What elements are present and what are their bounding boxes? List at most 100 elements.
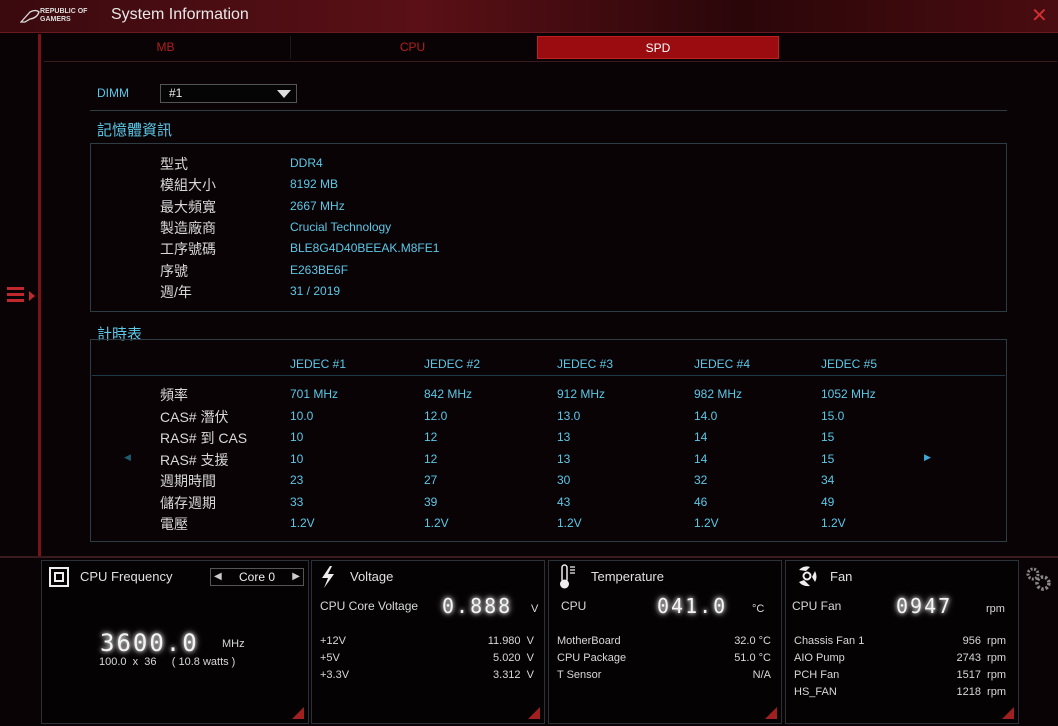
cpu-fan-value: 0947 bbox=[896, 594, 953, 618]
memory-info-label: 週/年 bbox=[160, 283, 192, 300]
timing-cell: 10.0 bbox=[290, 408, 314, 423]
table-header-divider bbox=[92, 375, 1005, 376]
timing-cell: 13.0 bbox=[557, 408, 581, 423]
sensor-label: Chassis Fan 1 bbox=[794, 635, 865, 647]
memory-info-value: Crucial Technology bbox=[290, 219, 392, 234]
cpu-frequency-unit: MHz bbox=[222, 638, 245, 650]
memory-info-label: 製造廠商 bbox=[160, 219, 216, 236]
timing-column-header: JEDEC #3 bbox=[557, 357, 614, 371]
panel-title: Fan bbox=[830, 569, 853, 584]
timing-column-header: JEDEC #1 bbox=[290, 357, 347, 371]
timing-row-label: RAS# 到 CAS bbox=[160, 430, 248, 446]
thermometer-icon bbox=[560, 564, 575, 589]
cpu-ratio-detail: 100.0 x 36 ( 10.8 watts ) bbox=[99, 656, 236, 668]
sensor-value: 1517 rpm bbox=[956, 669, 1006, 681]
cpu-frequency-value: 3600.0 bbox=[100, 629, 199, 657]
timing-row-label: 電壓 bbox=[160, 516, 188, 532]
panel-title: CPU Frequency bbox=[80, 569, 173, 584]
cpu-core-voltage-label: CPU Core Voltage bbox=[320, 599, 419, 613]
temperature-panel: Temperature CPU 041.0 °C MotherBoard 32.0… bbox=[548, 560, 782, 724]
memory-info-label: 序號 bbox=[160, 262, 188, 279]
cpu-fan-unit: rpm bbox=[986, 603, 1005, 615]
timing-cell: 982 MHz bbox=[694, 387, 743, 401]
fan-panel: Fan CPU Fan 0947 rpm Chassis Fan 1 956 rp… bbox=[785, 560, 1019, 724]
timing-cell: 49 bbox=[821, 494, 835, 509]
scroll-left-icon[interactable]: ◀ bbox=[124, 452, 131, 463]
timing-cell: 1.2V bbox=[694, 516, 719, 530]
memory-info-value: E263BE6F bbox=[290, 262, 349, 277]
timing-cell: 12.0 bbox=[424, 408, 448, 423]
sensor-label: MotherBoard bbox=[557, 635, 621, 647]
expand-corner-icon[interactable] bbox=[1002, 707, 1014, 719]
fan-icon bbox=[799, 566, 817, 587]
sensor-value: 3.312 V bbox=[493, 669, 534, 681]
next-core-icon[interactable]: ▶ bbox=[292, 569, 300, 585]
sensor-label: T Sensor bbox=[557, 669, 602, 681]
timing-cell: 15 bbox=[821, 451, 835, 466]
prev-core-icon[interactable]: ◀ bbox=[214, 569, 222, 585]
timing-cell: 30 bbox=[557, 473, 571, 487]
tab-spd[interactable]: SPD bbox=[537, 36, 779, 59]
timing-cell: 43 bbox=[557, 494, 571, 509]
timing-cell: 23 bbox=[290, 473, 304, 487]
timing-row-label: 儲存週期 bbox=[160, 494, 216, 511]
scroll-right-icon[interactable]: ▶ bbox=[924, 452, 931, 463]
sensor-value: 51.0 °C bbox=[734, 652, 771, 664]
cpu-chip-icon bbox=[49, 567, 69, 587]
sensor-value: 2743 rpm bbox=[956, 652, 1006, 664]
divider bbox=[44, 61, 1057, 62]
expand-corner-icon[interactable] bbox=[292, 707, 304, 719]
tab-cpu[interactable]: CPU bbox=[290, 36, 534, 59]
dimm-select[interactable]: #1 bbox=[160, 84, 297, 103]
timing-cell: 33 bbox=[290, 494, 304, 509]
rog-logo: REPUBLIC OF GAMERS bbox=[20, 6, 100, 26]
timing-cell: 842 MHz bbox=[424, 387, 473, 401]
tab-mb[interactable]: MB bbox=[44, 36, 287, 59]
timing-cell: 34 bbox=[821, 473, 835, 487]
timing-cell: 27 bbox=[424, 473, 438, 487]
memory-info-label: 工序號碼 bbox=[160, 241, 216, 258]
timing-cell: 14.0 bbox=[694, 408, 718, 423]
sensor-label: AIO Pump bbox=[794, 652, 845, 664]
expand-corner-icon[interactable] bbox=[765, 707, 777, 719]
sensor-value: 1218 rpm bbox=[956, 686, 1006, 698]
cpu-fan-label: CPU Fan bbox=[792, 599, 842, 613]
timing-cell: 1.2V bbox=[290, 516, 315, 530]
cpu-temp-unit: °C bbox=[752, 603, 765, 615]
close-button[interactable]: ✕ bbox=[1031, 6, 1048, 26]
cpu-frequency-panel: CPU Frequency ◀ Core 0 ▶ 3600.0 MHz 100.… bbox=[41, 560, 309, 724]
timing-cell: 13 bbox=[557, 430, 571, 444]
sensor-label: +3.3V bbox=[320, 669, 350, 681]
memory-info-value: BLE8G4D40BEEAK.M8FE1 bbox=[290, 241, 440, 256]
divider bbox=[90, 110, 1007, 111]
timing-column-header: JEDEC #2 bbox=[424, 357, 481, 371]
timing-column-header: JEDEC #4 bbox=[694, 357, 751, 371]
cpu-temp-value: 041.0 bbox=[657, 594, 728, 618]
memory-info-label: 型式 bbox=[160, 156, 188, 172]
timing-column-header: JEDEC #5 bbox=[821, 357, 878, 371]
core-value: Core 0 bbox=[238, 570, 276, 584]
timing-row-label: 頻率 bbox=[160, 387, 188, 403]
expand-corner-icon[interactable] bbox=[528, 707, 540, 719]
timing-cell: 10 bbox=[290, 451, 304, 466]
timing-cell: 32 bbox=[694, 473, 708, 487]
timing-cell: 13 bbox=[557, 451, 571, 466]
memory-info-label: 模組大小 bbox=[160, 177, 216, 194]
sensor-value: 11.980 V bbox=[487, 635, 534, 647]
dimm-value: #1 bbox=[169, 86, 183, 100]
settings-gear-icon[interactable] bbox=[1024, 565, 1054, 595]
timing-cell: 15.0 bbox=[821, 408, 845, 423]
core-selector[interactable]: ◀ Core 0 ▶ bbox=[210, 568, 304, 586]
memory-info-panel bbox=[90, 143, 1007, 312]
timing-cell: 1.2V bbox=[821, 516, 846, 530]
timing-cell: 39 bbox=[424, 494, 438, 509]
timing-cell: 1.2V bbox=[557, 516, 582, 530]
menu-icon[interactable] bbox=[7, 287, 24, 305]
timing-cell: 1.2V bbox=[424, 516, 449, 530]
memory-info-value: 31 / 2019 bbox=[290, 283, 341, 298]
sensor-label: +5V bbox=[320, 652, 340, 664]
timing-cell: 912 MHz bbox=[557, 387, 606, 401]
timing-row-label: RAS# 支援 bbox=[160, 451, 229, 468]
expand-arrow-icon[interactable] bbox=[29, 291, 35, 301]
voltage-panel: Voltage CPU Core Voltage 0.888 V +12V 11.… bbox=[311, 560, 545, 724]
